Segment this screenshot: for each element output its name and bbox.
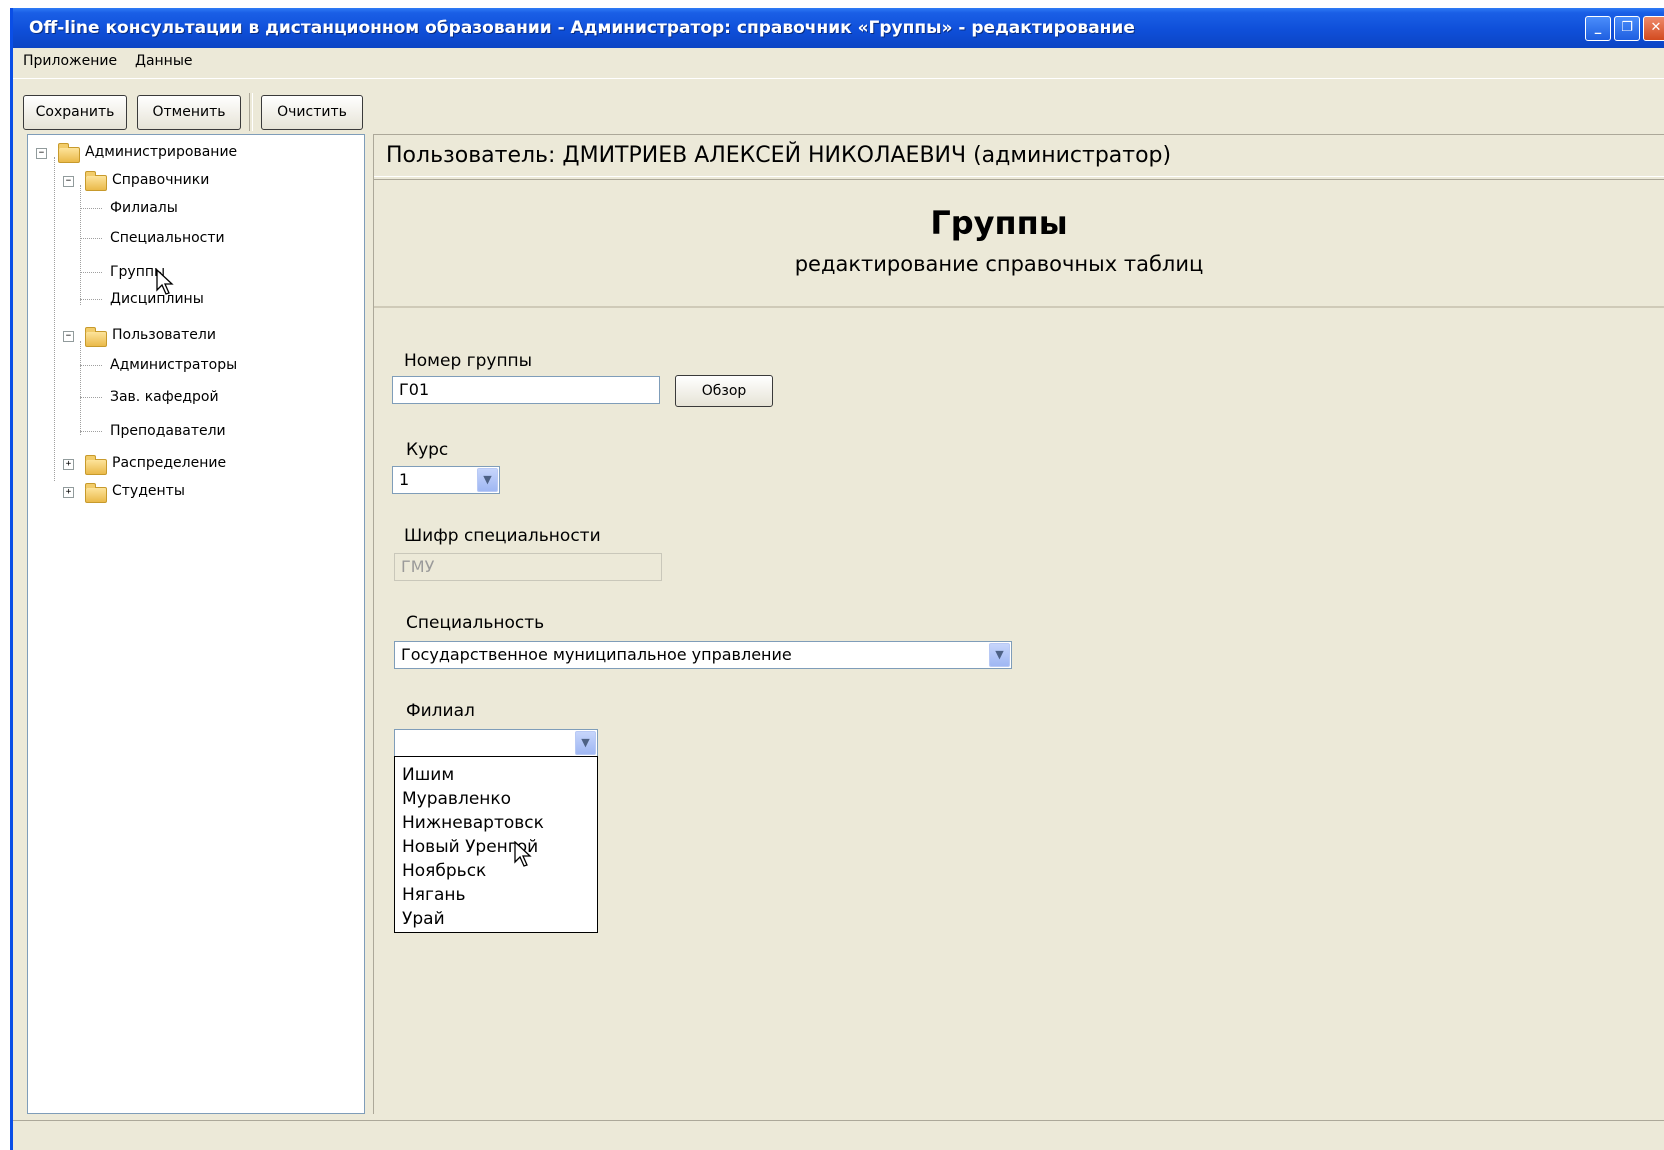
- specialty-select[interactable]: Государственное муниципальное управление…: [394, 641, 1012, 669]
- window-title: Off-line консультации в дистанционном об…: [29, 18, 1135, 38]
- course-label: Курс: [406, 440, 449, 460]
- minimize-button[interactable]: _: [1585, 16, 1611, 41]
- dropdown-option[interactable]: Ноябрьск: [402, 861, 486, 881]
- tree-item-department-heads[interactable]: Зав. кафедрой: [110, 387, 219, 407]
- tree-item-teachers[interactable]: Преподаватели: [110, 421, 226, 441]
- branch-dropdown-list[interactable]: Ишим Муравленко Нижневартовск Новый Урен…: [394, 756, 598, 933]
- browse-button[interactable]: Обзор: [675, 375, 773, 407]
- dropdown-option[interactable]: Нижневартовск: [402, 813, 544, 833]
- menu-data[interactable]: Данные: [135, 53, 193, 69]
- dropdown-option[interactable]: Ишим: [402, 765, 454, 785]
- menu-application[interactable]: Приложение: [23, 53, 117, 69]
- folder-icon: [85, 483, 107, 503]
- toolbar-separator: [249, 93, 253, 131]
- specialty-value: Государственное муниципальное управление: [401, 645, 792, 664]
- tree-connector: [80, 365, 102, 366]
- tree-item-users[interactable]: Пользователи: [112, 325, 216, 345]
- current-user-label: Пользователь: ДМИТРИЕВ АЛЕКСЕЙ НИКОЛАЕВИ…: [374, 135, 1664, 177]
- mouse-cursor-icon: [514, 841, 532, 867]
- tree-item-administrators[interactable]: Администраторы: [110, 355, 237, 375]
- branch-label: Филиал: [406, 701, 475, 721]
- group-number-input[interactable]: Г01: [392, 376, 660, 404]
- specialty-code-field: ГМУ: [394, 553, 662, 581]
- close-button[interactable]: ✕: [1643, 16, 1664, 41]
- tree-connector: [80, 208, 102, 209]
- course-select[interactable]: 1 ▼: [392, 466, 500, 494]
- expand-icon[interactable]: +: [63, 487, 74, 498]
- maximize-button[interactable]: ❐: [1614, 16, 1640, 41]
- chevron-down-icon[interactable]: ▼: [575, 731, 596, 755]
- chevron-down-icon[interactable]: ▼: [477, 468, 498, 492]
- tree-item-students[interactable]: Студенты: [112, 481, 185, 501]
- tree-connector: [80, 397, 102, 398]
- page-header: Группы редактирование справочных таблиц: [374, 179, 1664, 308]
- cancel-button[interactable]: Отменить: [137, 95, 241, 130]
- page-title: Группы: [930, 204, 1068, 242]
- expand-icon[interactable]: +: [63, 459, 74, 470]
- folder-open-icon: [85, 171, 107, 191]
- tree-item-specialties[interactable]: Специальности: [110, 228, 225, 248]
- splitter[interactable]: [365, 134, 371, 1114]
- tree-connector: [80, 299, 102, 300]
- mouse-cursor-icon: [156, 269, 174, 295]
- tree-item-branches[interactable]: Филиалы: [110, 198, 178, 218]
- folder-open-icon: [85, 327, 107, 347]
- tree-connector: [80, 238, 102, 239]
- page-subtitle: редактирование справочных таблиц: [794, 252, 1204, 276]
- group-number-label: Номер группы: [404, 351, 533, 371]
- navigation-tree[interactable]: − Администрирование − Справочники Филиал…: [27, 134, 365, 1114]
- dropdown-option[interactable]: Нягань: [402, 885, 466, 905]
- tree-connector: [80, 185, 81, 305]
- specialty-code-label: Шифр специальности: [404, 526, 601, 546]
- branch-select[interactable]: ▼: [394, 729, 598, 757]
- specialty-label: Специальность: [406, 613, 545, 633]
- clear-button[interactable]: Очистить: [261, 95, 363, 130]
- status-bar: [13, 1120, 1664, 1150]
- tree-item-administration[interactable]: Администрирование: [85, 142, 237, 162]
- collapse-icon[interactable]: −: [63, 176, 74, 187]
- chevron-down-icon[interactable]: ▼: [989, 643, 1010, 667]
- app-window: Off-line консультации в дистанционном об…: [10, 8, 1664, 1150]
- course-value: 1: [399, 470, 410, 489]
- collapse-icon[interactable]: −: [63, 331, 74, 342]
- save-button[interactable]: Сохранить: [23, 95, 127, 130]
- tree-item-distribution[interactable]: Распределение: [112, 453, 226, 473]
- folder-open-icon: [58, 143, 80, 163]
- menu-bar: Приложение Данные: [13, 48, 1664, 74]
- collapse-icon[interactable]: −: [36, 148, 47, 159]
- toolbar: Сохранить Отменить Очистить: [13, 78, 1664, 135]
- title-bar[interactable]: Off-line консультации в дистанционном об…: [13, 8, 1664, 48]
- tree-connector: [80, 431, 102, 432]
- tree-connector: [80, 341, 81, 435]
- dropdown-option[interactable]: Муравленко: [402, 789, 511, 809]
- tree-connector: [80, 272, 102, 273]
- main-panel: Пользователь: ДМИТРИЕВ АЛЕКСЕЙ НИКОЛАЕВИ…: [373, 134, 1664, 1114]
- tree-connector: [54, 157, 55, 481]
- dropdown-option[interactable]: Урай: [402, 909, 445, 929]
- tree-item-directories[interactable]: Справочники: [112, 170, 209, 190]
- folder-icon: [85, 455, 107, 475]
